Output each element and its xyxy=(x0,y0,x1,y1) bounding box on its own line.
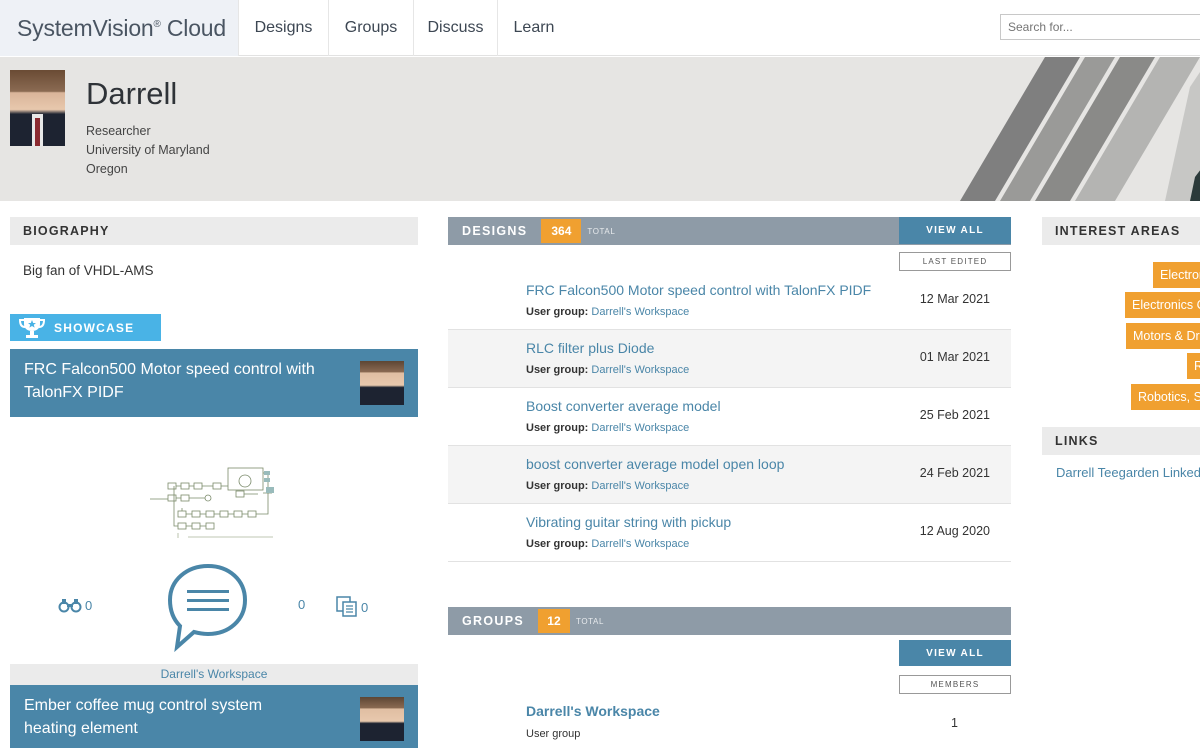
groups-total-label: TOTAL xyxy=(575,616,605,626)
designs-total-label: TOTAL xyxy=(587,226,616,236)
interest-areas-heading: INTEREST AREAS xyxy=(1042,217,1200,245)
interest-tag[interactable]: Motors & Drives xyxy=(1126,323,1200,349)
groups-sort-members[interactable]: MEMBERS xyxy=(899,675,1011,694)
binoculars-icon xyxy=(58,599,82,613)
logo[interactable]: SystemVision® Cloud xyxy=(0,0,238,56)
user-group-link[interactable]: Darrell's Workspace xyxy=(591,364,689,376)
user-group-link[interactable]: Darrell's Workspace xyxy=(591,480,689,492)
logo-text: SystemVision xyxy=(17,14,154,41)
comments-stat: 0 xyxy=(298,597,305,612)
nav-designs[interactable]: Designs xyxy=(238,0,329,56)
interest-tag[interactable]: Electronics Circuits xyxy=(1125,292,1200,318)
design-row[interactable]: FRC Falcon500 Motor speed control with T… xyxy=(448,272,1011,330)
groups-view-all-button[interactable]: VIEW ALL xyxy=(899,640,1011,666)
groups-header: GROUPS 12 TOTAL xyxy=(448,607,1011,635)
links-heading: LINKS xyxy=(1042,427,1200,455)
design-row[interactable]: Boost converter average model User group… xyxy=(448,388,1011,446)
user-group-link[interactable]: Darrell's Workspace xyxy=(591,538,689,550)
interest-tag[interactable]: Robotics, Systems xyxy=(1131,384,1200,410)
search-input[interactable] xyxy=(1000,14,1200,40)
showcase-card-2-avatar xyxy=(360,697,404,741)
comments-count: 0 xyxy=(298,597,306,612)
showcase-label-text: SHOWCASE xyxy=(54,320,135,335)
trophy-icon xyxy=(10,314,54,341)
profile-banner: Darrell Researcher University of Marylan… xyxy=(0,57,1200,201)
showcase-card-2-title: Ember coffee mug control system heating … xyxy=(24,697,263,737)
linkedin-link[interactable]: Darrell Teegarden LinkedIn xyxy=(1056,465,1200,480)
biography-text: Big fan of VHDL-AMS xyxy=(23,263,154,278)
design-date: 12 Mar 2021 xyxy=(919,292,990,306)
design-row[interactable]: RLC filter plus Diode User group: Darrel… xyxy=(448,330,1011,388)
design-row[interactable]: boost converter average model open loop … xyxy=(448,446,1011,504)
nav-groups[interactable]: Groups xyxy=(329,0,414,56)
copies-count: 0 xyxy=(361,599,369,615)
views-stat: 0 xyxy=(58,597,92,613)
design-title-link[interactable]: FRC Falcon500 Motor speed control with T… xyxy=(526,282,871,298)
comment-bubble-icon[interactable] xyxy=(165,562,251,652)
showcase-card-1[interactable]: FRC Falcon500 Motor speed control with T… xyxy=(10,349,418,417)
showcase-card-2[interactable]: Ember coffee mug control system heating … xyxy=(10,685,418,748)
designs-heading: DESIGNS xyxy=(462,224,528,238)
user-group-link[interactable]: Darrell's Workspace xyxy=(591,306,689,318)
top-nav: SystemVision® Cloud Designs Groups Discu… xyxy=(0,0,1200,56)
designs-count-badge: 364 xyxy=(541,219,582,243)
showcase-workspace-link[interactable]: Darrell's Workspace xyxy=(10,664,418,685)
user-group-label: User group: xyxy=(526,364,589,376)
showcase-label: SHOWCASE xyxy=(10,314,161,341)
design-date: 12 Aug 2020 xyxy=(919,524,990,538)
design-date: 24 Feb 2021 xyxy=(919,466,990,480)
nav-discuss[interactable]: Discuss xyxy=(414,0,498,56)
design-title-link[interactable]: Vibrating guitar string with pickup xyxy=(526,514,731,530)
interest-tag[interactable]: Robotics xyxy=(1187,353,1200,379)
group-title-link[interactable]: Darrell's Workspace xyxy=(526,703,660,719)
copies-stat: 0 xyxy=(336,596,368,618)
schematic-thumbnail[interactable] xyxy=(148,463,280,541)
showcase-card-1-avatar xyxy=(360,361,404,405)
user-group-label: User group: xyxy=(526,306,589,318)
design-date: 01 Mar 2021 xyxy=(919,350,990,364)
nav-learn[interactable]: Learn xyxy=(498,0,570,56)
design-title-link[interactable]: boost converter average model open loop xyxy=(526,456,784,472)
showcase-card-1-title: FRC Falcon500 Motor speed control with T… xyxy=(24,361,315,401)
user-group-label: User group: xyxy=(526,422,589,434)
profile-name: Darrell xyxy=(86,76,178,111)
profile-location: Oregon xyxy=(86,162,128,176)
biography-heading: BIOGRAPHY xyxy=(10,217,418,245)
user-group-label: User group: xyxy=(526,538,589,550)
copies-icon xyxy=(336,596,357,617)
group-subtitle: User group xyxy=(526,728,581,740)
decorative-stripes xyxy=(960,57,1200,201)
interest-tag[interactable]: Electronics xyxy=(1153,262,1200,288)
views-count: 0 xyxy=(85,597,93,613)
groups-heading: GROUPS xyxy=(462,614,524,628)
user-group-label: User group: xyxy=(526,480,589,492)
group-members-count: 1 xyxy=(951,716,958,730)
avatar xyxy=(10,70,65,146)
design-title-link[interactable]: Boost converter average model xyxy=(526,398,721,414)
logo-suffix: Cloud xyxy=(160,14,226,41)
design-date: 25 Feb 2021 xyxy=(919,408,990,422)
designs-view-all-button[interactable]: VIEW ALL xyxy=(899,217,1011,244)
design-row[interactable]: Vibrating guitar string with pickup User… xyxy=(448,504,1011,562)
designs-sort-last-edited[interactable]: LAST EDITED xyxy=(899,252,1011,271)
design-title-link[interactable]: RLC filter plus Diode xyxy=(526,340,654,356)
user-group-link[interactable]: Darrell's Workspace xyxy=(591,422,689,434)
logo-mark: ® xyxy=(153,18,161,30)
groups-count-badge: 12 xyxy=(537,609,570,633)
profile-organization: University of Maryland xyxy=(86,143,210,157)
profile-title: Researcher xyxy=(86,124,151,138)
